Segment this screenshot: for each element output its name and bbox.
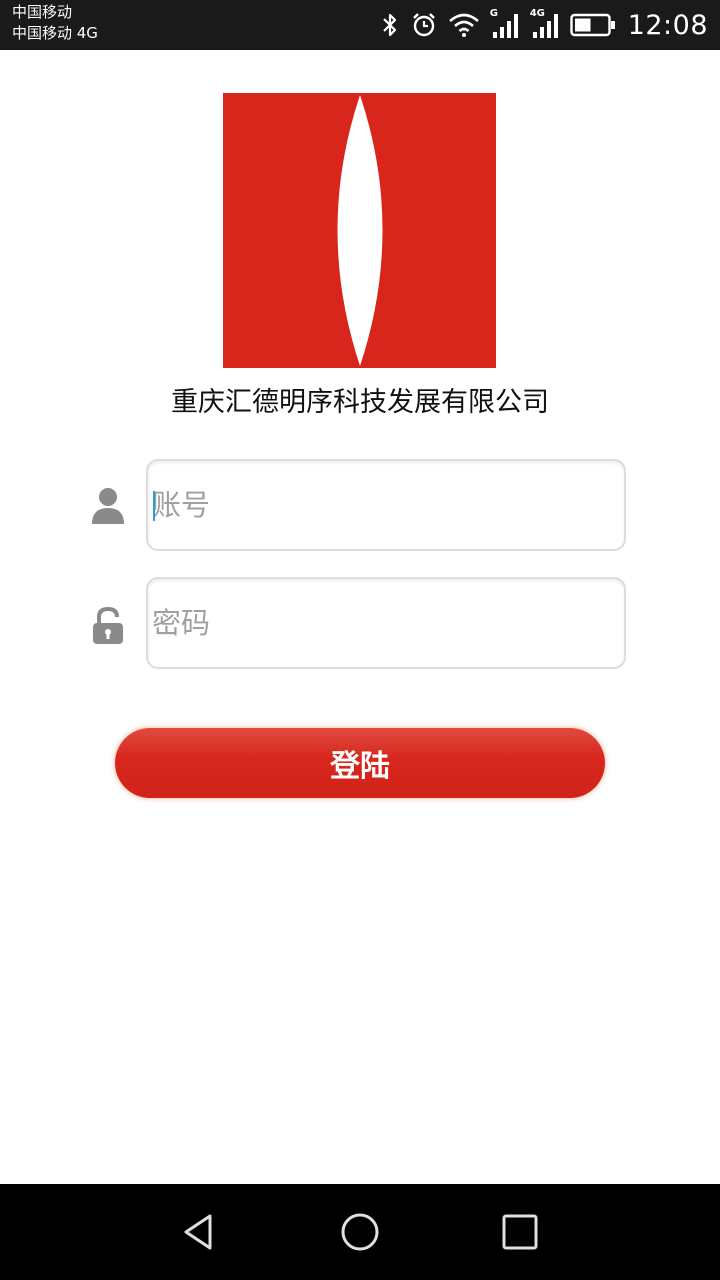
status-bar: 中国移动 中国移动 4G G 4G 12:08 (0, 0, 720, 50)
account-input[interactable] (152, 461, 622, 549)
bluetooth-icon (380, 11, 400, 39)
signal-4g-label: 4G (529, 8, 545, 19)
navigation-bar (0, 1184, 720, 1280)
password-field[interactable] (146, 577, 626, 669)
login-button[interactable]: 登陆 (115, 728, 605, 798)
signal-4g-icon: 4G (529, 8, 560, 40)
home-icon[interactable] (336, 1208, 384, 1256)
password-input[interactable] (152, 579, 622, 667)
text-cursor (153, 491, 155, 521)
wifi-icon (448, 12, 480, 38)
clock: 12:08 (627, 9, 708, 41)
carrier-line-1: 中国移动 (12, 3, 73, 21)
battery-icon (569, 13, 616, 37)
company-name: 重庆汇德明序科技发展有限公司 (171, 387, 549, 418)
account-field[interactable] (146, 459, 626, 551)
alarm-icon (410, 11, 438, 39)
status-icons: G 4G 12:08 (380, 0, 708, 50)
signal-g-icon: G (489, 8, 520, 40)
login-screen: 中国移动 中国移动 4G G 4G 12:08 重庆汇德明序科技发展有限公司 账… (0, 0, 720, 1280)
company-logo (223, 93, 496, 368)
signal-g-label: G (489, 8, 498, 19)
recents-icon[interactable] (496, 1208, 544, 1256)
back-icon[interactable] (176, 1208, 224, 1256)
carrier-line-2: 中国移动 4G (12, 24, 98, 42)
carrier-info: 中国移动 中国移动 4G (12, 2, 98, 44)
lock-icon (90, 606, 126, 646)
user-icon (90, 486, 126, 526)
